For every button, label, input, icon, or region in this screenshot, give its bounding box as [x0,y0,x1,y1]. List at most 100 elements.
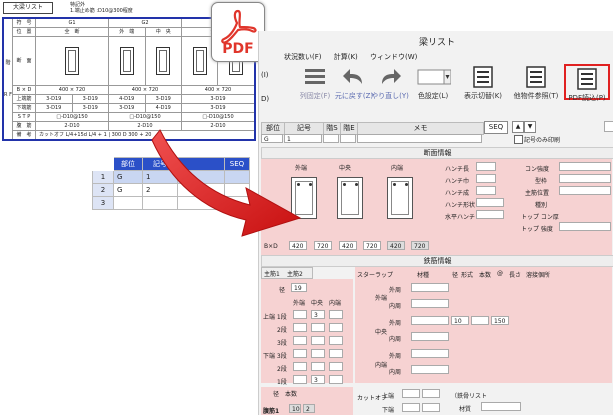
rebar-col-outer: 外端 [293,300,306,307]
stirrup-center-pitch[interactable]: 150 [491,316,509,325]
menu-item-status[interactable]: 状況数い(F) [284,53,322,61]
col-pos: 位 置 [12,27,36,37]
b-outer-field[interactable]: 420 [289,241,307,250]
rebar-cell[interactable] [329,310,343,319]
b-center-field[interactable]: 420 [339,241,357,250]
rebar-cell[interactable] [329,336,343,345]
type-label: 種別 [535,202,548,209]
rebar-cell[interactable] [329,323,343,332]
rebar-position-select[interactable] [559,186,611,195]
cutoff-bottom-field-2[interactable] [422,403,440,412]
rebar-cell[interactable] [293,349,307,358]
pdf-import-button[interactable]: PDF読込(P) [564,64,610,102]
rebar-cell[interactable] [293,336,307,345]
d-center-field[interactable]: 720 [363,241,381,250]
down-arrow-icon[interactable]: ▼ [524,121,536,133]
rebar-cell[interactable] [311,362,325,371]
cutoff-top-field-1[interactable] [402,389,420,398]
row1-floor-start[interactable] [323,134,339,143]
dia-field[interactable]: 19 [291,283,307,292]
color-setting-label: 色設定(L) [417,92,449,100]
g2-pos-b: 中 央 [144,27,182,37]
d-outer-field[interactable]: 720 [314,241,332,250]
stirrup-col-dia: 径 [452,272,459,279]
rebar-col-inner: 内端 [329,300,342,307]
haunch-shape-select[interactable] [476,198,504,207]
other-project-button[interactable]: 他物件参照(T) [510,66,562,101]
g1-web: 2-D10 [35,121,109,131]
menu-item-calc[interactable]: 計算(K) [334,53,358,61]
grid-cell-part[interactable]: G [113,183,143,197]
haunch-length-field[interactable] [476,162,496,171]
stirrup-center-perimeter: 外周 [389,320,402,327]
steel-material-label: 材質 [459,406,472,413]
display-toggle-button[interactable]: 表示切替(K) [461,66,505,101]
horizontal-haunch-select[interactable] [476,210,504,219]
rebar-bot1-center[interactable]: 3 [311,375,325,384]
cutoff-bottom-field-1[interactable] [402,403,420,412]
list-icon [577,68,597,90]
other-project-label: 他物件参照(T) [513,92,559,100]
stirrup-material-select[interactable] [411,299,449,308]
haunch-depth-label: ハンチ成 [445,190,470,197]
stub-label-1: (I) [261,71,269,79]
rebar-cell[interactable] [329,362,343,371]
row1-memo[interactable] [357,134,482,143]
steel-list-label: （鉄骨リスト [451,393,488,400]
cutoff-top-field-2[interactable] [422,389,440,398]
topping-thickness-label: トップ コン厚 [521,214,559,221]
stirrup-center-form[interactable] [471,316,489,325]
concrete-strength-select[interactable] [559,162,611,171]
grid-cell-part[interactable]: G [113,170,143,184]
haunch-depth-field[interactable] [476,186,496,195]
rebar-cell[interactable] [329,349,343,358]
g2-section-b [144,36,182,86]
col-num: 符 号 [12,17,36,28]
stirrup-material-select[interactable] [411,365,449,374]
color-picker-icon [417,69,451,85]
rebar-cell[interactable] [293,375,307,384]
web-count-field[interactable]: 2 [303,404,315,413]
stirrup-material-select[interactable] [411,316,449,325]
d-inner-field[interactable]: 720 [411,241,429,250]
rebar-cell[interactable] [311,336,325,345]
up-arrow-icon[interactable]: ▲ [512,121,524,133]
grid-header-part[interactable]: 部位 [113,157,143,171]
formwork-select[interactable] [559,174,611,183]
grid-cell-part[interactable] [113,196,143,210]
rebar-cell[interactable] [293,323,307,332]
rebar-cell[interactable] [311,349,325,358]
web-dia-field[interactable]: 10 [289,404,301,413]
tab-main-rebar-1[interactable]: 主筋1 [264,269,280,278]
menu-item-window[interactable]: ウィンドウ(W) [370,53,417,61]
stirrup-col-count: 本数 [479,272,492,279]
g1-pos: 全 断 [35,27,109,37]
print-code-checkbox[interactable] [514,135,523,144]
topping-strength-select[interactable] [559,222,611,231]
stirrup-material-select[interactable] [411,283,449,292]
haunch-width-field[interactable] [476,174,496,183]
row1-floor-end[interactable] [340,134,356,143]
column-fix-button[interactable]: 列固定(F) [295,66,335,101]
side-label: 階R F [2,17,13,141]
stirrup-center-dia[interactable]: 10 [451,316,469,325]
header-seq[interactable]: SEQ [484,121,508,134]
stirrup-material-select[interactable] [411,349,449,358]
rebar-top1-center[interactable]: 3 [311,310,325,319]
rebar-cell[interactable] [293,362,307,371]
tab-main-rebar-2[interactable]: 主筋2 [287,269,303,278]
stirrup-group-inner: 内端 [375,362,388,369]
steel-material-select[interactable] [481,402,521,411]
color-setting-button[interactable]: 色設定(L) [412,66,454,101]
dia-label: 径 [279,287,286,294]
rebar-cell[interactable] [293,310,307,319]
b-inner-field[interactable]: 420 [387,241,405,250]
row-number: 3 [92,196,114,210]
right-edge-field[interactable] [604,121,613,132]
rebar-cell[interactable] [329,375,343,384]
redo-button[interactable]: やり直し(Y) [369,66,411,101]
beam-name-g2: G2 [108,17,182,28]
stirrup-material-select[interactable] [411,332,449,341]
rebar-cell[interactable] [311,323,325,332]
stirrup-col-form: 形式 [461,272,474,279]
